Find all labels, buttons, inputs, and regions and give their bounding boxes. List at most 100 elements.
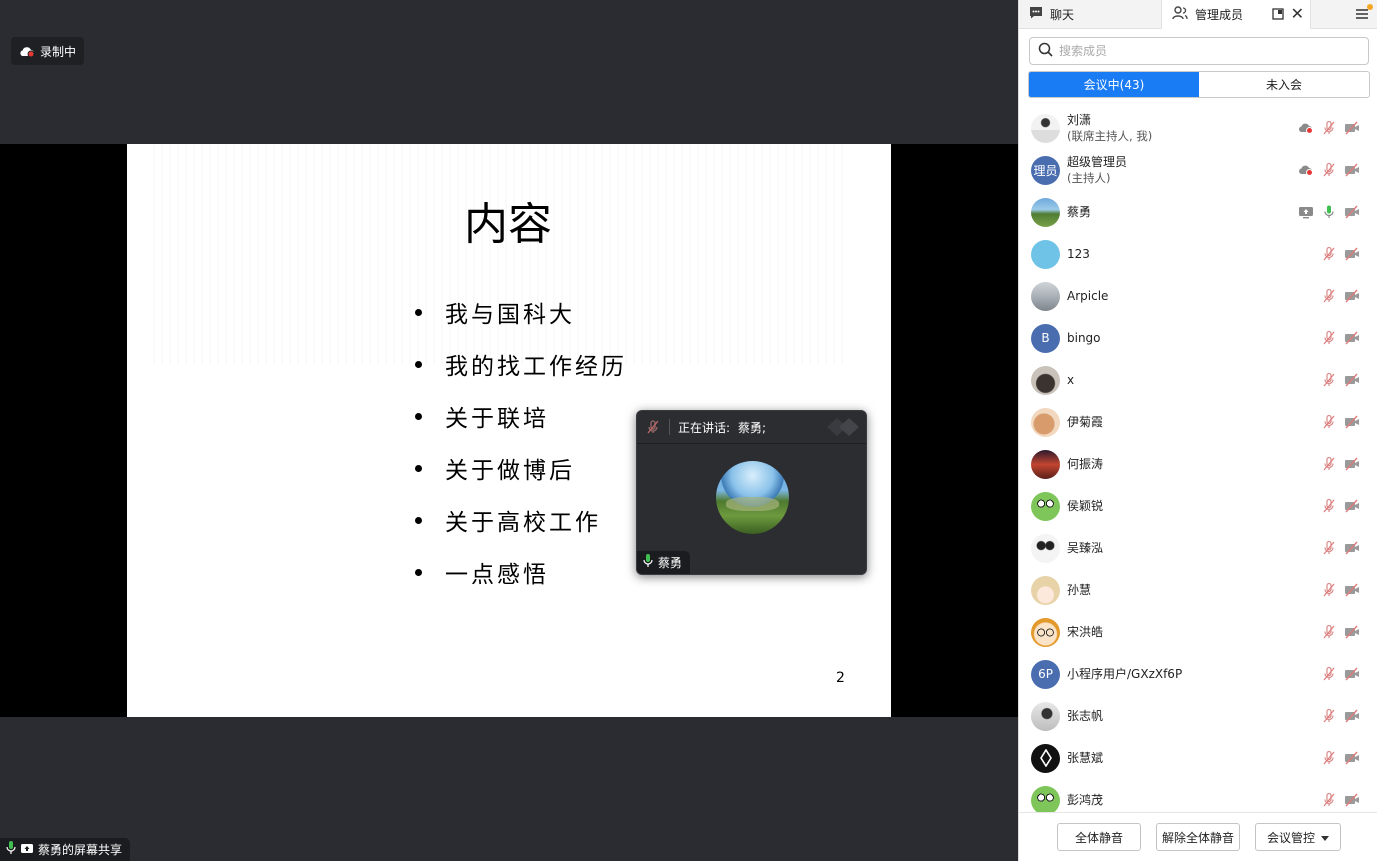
camera-off-icon[interactable] bbox=[1344, 708, 1360, 724]
avatar bbox=[1031, 491, 1060, 521]
mic-muted-icon[interactable] bbox=[1321, 540, 1337, 556]
avatar bbox=[1031, 365, 1060, 395]
mic-muted-icon[interactable] bbox=[1321, 372, 1337, 388]
mic-muted-icon[interactable] bbox=[1321, 288, 1337, 304]
camera-off-icon[interactable] bbox=[1344, 666, 1360, 682]
meeting-control-label: 会议管控 bbox=[1266, 830, 1315, 845]
camera-off-icon[interactable] bbox=[1344, 330, 1360, 346]
mic-muted-icon[interactable] bbox=[1321, 456, 1337, 472]
member-name: 张慧斌 bbox=[1067, 751, 1104, 765]
close-icon[interactable]: ✕ bbox=[1291, 4, 1304, 23]
menu-icon[interactable] bbox=[1355, 4, 1373, 22]
member-names: 123 bbox=[1067, 246, 1090, 262]
member-row[interactable]: 理员 超级管理员 (主持人) bbox=[1019, 149, 1377, 191]
camera-off-icon[interactable] bbox=[1344, 498, 1360, 514]
mic-active-icon[interactable] bbox=[1321, 204, 1337, 220]
mic-muted-icon[interactable] bbox=[1321, 498, 1337, 514]
camera-off-icon[interactable] bbox=[1344, 288, 1360, 304]
camera-off-icon[interactable] bbox=[1344, 540, 1360, 556]
camera-off-icon[interactable] bbox=[1344, 582, 1360, 598]
slide-bullet-list: 我与国科大 我的找工作经历 关于联培 关于做博后 关于高校工作 一点感悟 bbox=[415, 286, 627, 598]
member-status-icons bbox=[1321, 288, 1360, 304]
member-name: 何振涛 bbox=[1067, 457, 1104, 471]
slide-bullet: 我与国科大 bbox=[415, 286, 627, 338]
avatar-initials: B bbox=[1041, 331, 1050, 345]
member-status-icons bbox=[1321, 750, 1360, 766]
member-names: 刘潇 (联席主持人, 我) bbox=[1067, 112, 1152, 144]
mic-muted-icon[interactable] bbox=[645, 419, 661, 435]
search-icon bbox=[1038, 42, 1053, 61]
avatar: 6P bbox=[1031, 659, 1060, 689]
camera-off-icon[interactable] bbox=[1344, 792, 1360, 808]
member-names: bingo bbox=[1067, 330, 1101, 346]
member-row[interactable]: 123 bbox=[1019, 233, 1377, 275]
segment-in-meeting[interactable]: 会议中(43) bbox=[1029, 72, 1199, 97]
member-row[interactable]: 张志帆 bbox=[1019, 695, 1377, 737]
camera-off-icon[interactable] bbox=[1344, 120, 1360, 136]
camera-off-icon[interactable] bbox=[1344, 204, 1360, 220]
slide-page-number: 2 bbox=[836, 670, 845, 686]
member-row[interactable]: 侯颖锐 bbox=[1019, 485, 1377, 527]
member-names: 何振涛 bbox=[1067, 456, 1103, 472]
member-row[interactable]: Bbingo bbox=[1019, 317, 1377, 359]
member-search[interactable] bbox=[1029, 37, 1369, 65]
avatar bbox=[1031, 785, 1060, 812]
segment-not-joined[interactable]: 未入会 bbox=[1199, 72, 1369, 97]
member-row[interactable]: Arpicle bbox=[1019, 275, 1377, 317]
member-row[interactable]: 蔡勇 bbox=[1019, 191, 1377, 233]
mic-muted-icon[interactable] bbox=[1321, 582, 1337, 598]
recording-badge[interactable]: 录制中 bbox=[11, 37, 85, 65]
mic-muted-icon[interactable] bbox=[1321, 246, 1337, 262]
mic-muted-icon[interactable] bbox=[1321, 624, 1337, 640]
member-row[interactable]: 伊菊霞 bbox=[1019, 401, 1377, 443]
camera-off-icon[interactable] bbox=[1344, 456, 1360, 472]
cloud-recording-icon bbox=[1298, 162, 1314, 178]
speaker-name: 蔡勇 bbox=[658, 556, 683, 570]
active-speaker-window[interactable]: 正在讲话: 蔡勇; 蔡勇 bbox=[636, 410, 867, 575]
recording-label: 录制中 bbox=[40, 44, 77, 59]
member-row[interactable]: 6P 小程序用户/GXzXf6P bbox=[1019, 653, 1377, 695]
member-row[interactable]: 何振涛 bbox=[1019, 443, 1377, 485]
camera-off-icon[interactable] bbox=[1344, 414, 1360, 430]
speaker-avatar bbox=[716, 461, 789, 534]
member-row[interactable]: 吴臻泓 bbox=[1019, 527, 1377, 569]
unmute-all-button[interactable]: 解除全体静音 bbox=[1156, 823, 1240, 851]
camera-off-icon[interactable] bbox=[1344, 624, 1360, 640]
member-row[interactable]: 宋洪皓 bbox=[1019, 611, 1377, 653]
member-status-icons bbox=[1298, 120, 1360, 136]
avatar bbox=[1031, 743, 1060, 773]
tab-members-label: 管理成员 bbox=[1195, 7, 1244, 22]
popout-icon[interactable] bbox=[1272, 7, 1284, 23]
member-names: 张慧斌 bbox=[1067, 750, 1103, 766]
member-row[interactable]: 彭鸿茂 bbox=[1019, 779, 1377, 812]
camera-off-icon[interactable] bbox=[1344, 372, 1360, 388]
member-list[interactable]: 刘潇 (联席主持人, 我) 理员 超级管理员 (主持人) 蔡勇 123 Arpicle Bbin… bbox=[1019, 107, 1377, 812]
members-icon bbox=[1172, 5, 1188, 23]
member-row[interactable]: 张慧斌 bbox=[1019, 737, 1377, 779]
member-status-icons bbox=[1321, 708, 1360, 724]
mic-muted-icon[interactable] bbox=[1321, 120, 1337, 136]
mic-muted-icon[interactable] bbox=[1321, 792, 1337, 808]
mic-muted-icon[interactable] bbox=[1321, 666, 1337, 682]
mic-muted-icon[interactable] bbox=[1321, 750, 1337, 766]
speaking-name: 蔡勇; bbox=[738, 420, 767, 435]
mute-all-button[interactable]: 全体静音 bbox=[1057, 823, 1141, 851]
meeting-control-button[interactable]: 会议管控 bbox=[1255, 823, 1341, 851]
camera-off-icon[interactable] bbox=[1344, 246, 1360, 262]
member-status-icons bbox=[1321, 372, 1360, 388]
mic-muted-icon[interactable] bbox=[1321, 708, 1337, 724]
search-input[interactable] bbox=[1059, 44, 1349, 58]
mic-muted-icon[interactable] bbox=[1321, 414, 1337, 430]
member-row[interactable]: x bbox=[1019, 359, 1377, 401]
mic-muted-icon[interactable] bbox=[1321, 162, 1337, 178]
camera-off-icon[interactable] bbox=[1344, 750, 1360, 766]
member-row[interactable]: 孙慧 bbox=[1019, 569, 1377, 611]
member-row[interactable]: 刘潇 (联席主持人, 我) bbox=[1019, 107, 1377, 149]
member-name: 侯颖锐 bbox=[1067, 499, 1104, 513]
tab-chat[interactable]: 聊天 bbox=[1019, 0, 1161, 29]
avatar bbox=[1031, 239, 1060, 269]
tab-members[interactable]: 管理成员 ✕ bbox=[1161, 0, 1311, 29]
member-names: 超级管理员 (主持人) bbox=[1067, 154, 1127, 186]
camera-off-icon[interactable] bbox=[1344, 162, 1360, 178]
mic-muted-icon[interactable] bbox=[1321, 330, 1337, 346]
